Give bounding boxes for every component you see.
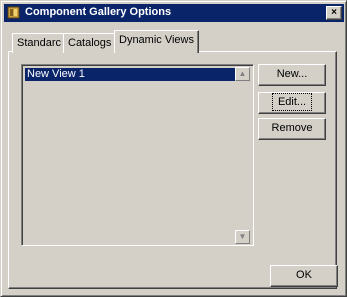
edit-button-label: Edit... xyxy=(271,93,313,111)
scroll-up-button[interactable]: ▲ xyxy=(235,67,250,81)
list-item[interactable]: New View 1 xyxy=(25,68,235,81)
title-bar[interactable]: Component Gallery Options × xyxy=(4,4,344,22)
window-title: Component Gallery Options xyxy=(25,6,172,18)
remove-button-label: Remove xyxy=(271,122,313,134)
dynamic-views-list[interactable]: New View 1 ▲ ▼ xyxy=(21,64,254,246)
tab-catalogs[interactable]: Catalogs xyxy=(63,33,117,53)
edit-button[interactable]: Edit... xyxy=(258,92,326,114)
tab-dynamic-views[interactable]: Dynamic Views xyxy=(114,30,199,53)
ok-button[interactable]: OK xyxy=(270,265,338,287)
remove-button[interactable]: Remove xyxy=(258,118,326,140)
component-gallery-icon xyxy=(7,6,20,19)
tab-standard[interactable]: Standarc xyxy=(12,33,67,53)
close-button[interactable]: × xyxy=(326,6,342,20)
ok-button-label: OK xyxy=(296,269,312,281)
scroll-down-button[interactable]: ▼ xyxy=(235,230,250,244)
new-button-label: New... xyxy=(276,68,308,80)
new-button[interactable]: New... xyxy=(258,64,326,86)
